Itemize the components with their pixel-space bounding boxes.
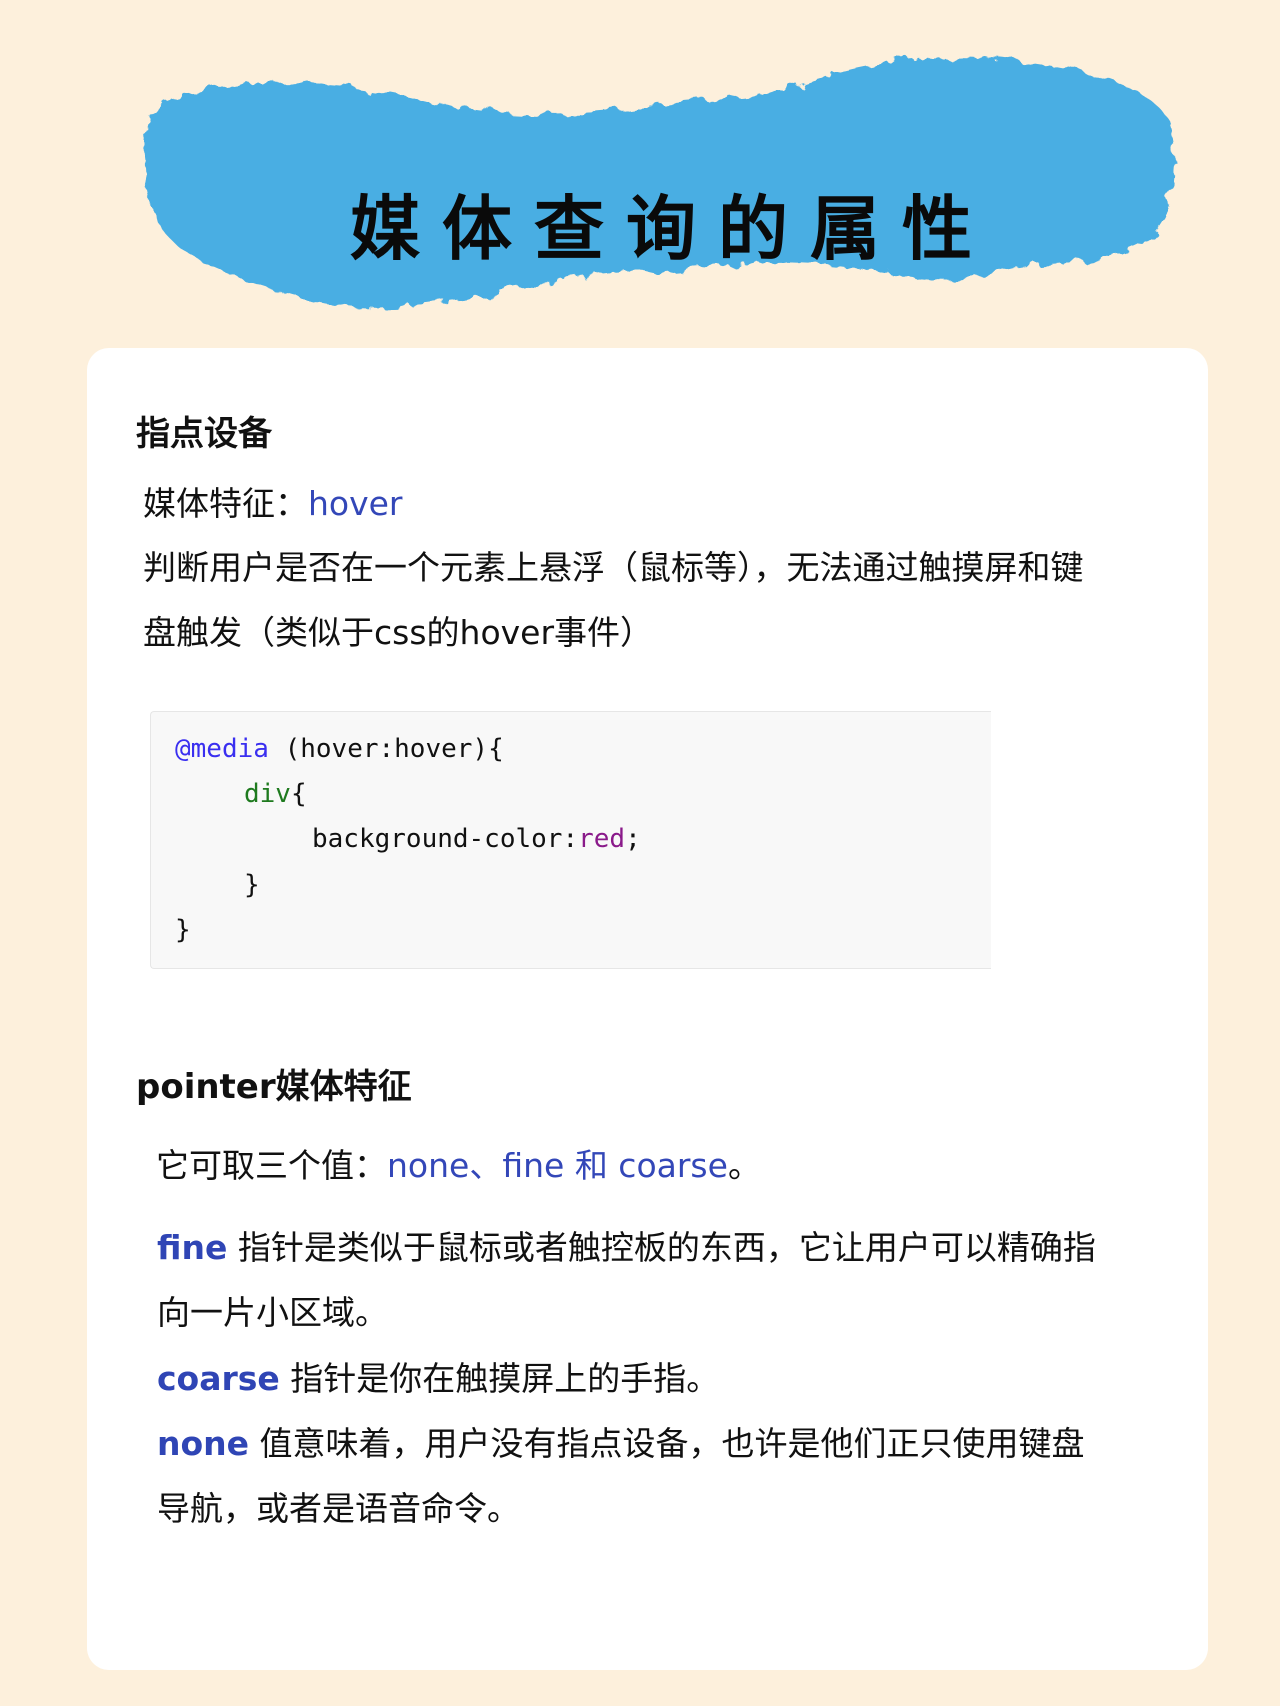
feature-label: 媒体特征： [143, 484, 308, 523]
coarse-desc: 指针是你在触摸屏上的手指。 [279, 1359, 720, 1398]
none-line-2: 导航，或者是语音命令。 [157, 1489, 520, 1528]
feature-value: hover [308, 484, 403, 523]
fine-line: fine 指针是类似于鼠标或者触控板的东西，它让用户可以精确指 [157, 1228, 1096, 1268]
content-card: 指点设备 媒体特征：hover 判断用户是否在一个元素上悬浮（鼠标等），无法通过… [87, 348, 1208, 1670]
code-keyword: @media [175, 734, 269, 764]
term-none: none [157, 1424, 250, 1463]
coarse-line: coarse 指针是你在触摸屏上的手指。 [157, 1359, 719, 1399]
code-line: @media (hover:hover){ [175, 736, 504, 762]
code-value: red [578, 824, 626, 854]
fine-desc: 指针是类似于鼠标或者触控板的东西，它让用户可以精确指 [227, 1228, 1096, 1267]
feature-line: 媒体特征：hover [143, 484, 403, 524]
none-desc: 值意味着，用户没有指点设备，也许是他们正只使用键盘 [249, 1424, 1085, 1463]
code-selector: div [244, 779, 291, 809]
code-line: background-color:red; [312, 826, 641, 852]
values-end: 。 [727, 1146, 761, 1185]
code-text: ; [625, 824, 641, 854]
fine-line-2: 向一片小区域。 [157, 1293, 388, 1332]
description-line: 判断用户是否在一个元素上悬浮（鼠标等），无法通过触摸屏和键 [143, 548, 1084, 587]
code-text: (hover:hover){ [268, 734, 504, 764]
values-line: 它可取三个值：none、fine 和 coarse。 [156, 1146, 761, 1186]
page-title: 媒体查询的属性 [350, 187, 994, 270]
description-line: 盘触发（类似于css的hover事件） [143, 613, 654, 652]
code-line: } [175, 915, 191, 945]
code-line: div{ [244, 781, 307, 807]
code-block: @media (hover:hover){ div{ background-co… [150, 711, 991, 969]
values-label: 它可取三个值： [156, 1146, 387, 1185]
brush-stroke-shape [145, 57, 1177, 308]
code-line: } [244, 870, 260, 900]
section-heading-pointing-device: 指点设备 [136, 414, 272, 454]
term-fine: fine [157, 1228, 228, 1267]
term-coarse: coarse [157, 1359, 280, 1398]
values-list: none、fine 和 coarse [387, 1146, 728, 1185]
none-line: none 值意味着，用户没有指点设备，也许是他们正只使用键盘 [157, 1424, 1085, 1464]
code-property: background-color: [312, 824, 579, 854]
section-heading-pointer: pointer媒体特征 [136, 1067, 412, 1107]
code-text: { [290, 779, 307, 809]
title-banner: 媒体查询的属性 [141, 44, 1181, 326]
